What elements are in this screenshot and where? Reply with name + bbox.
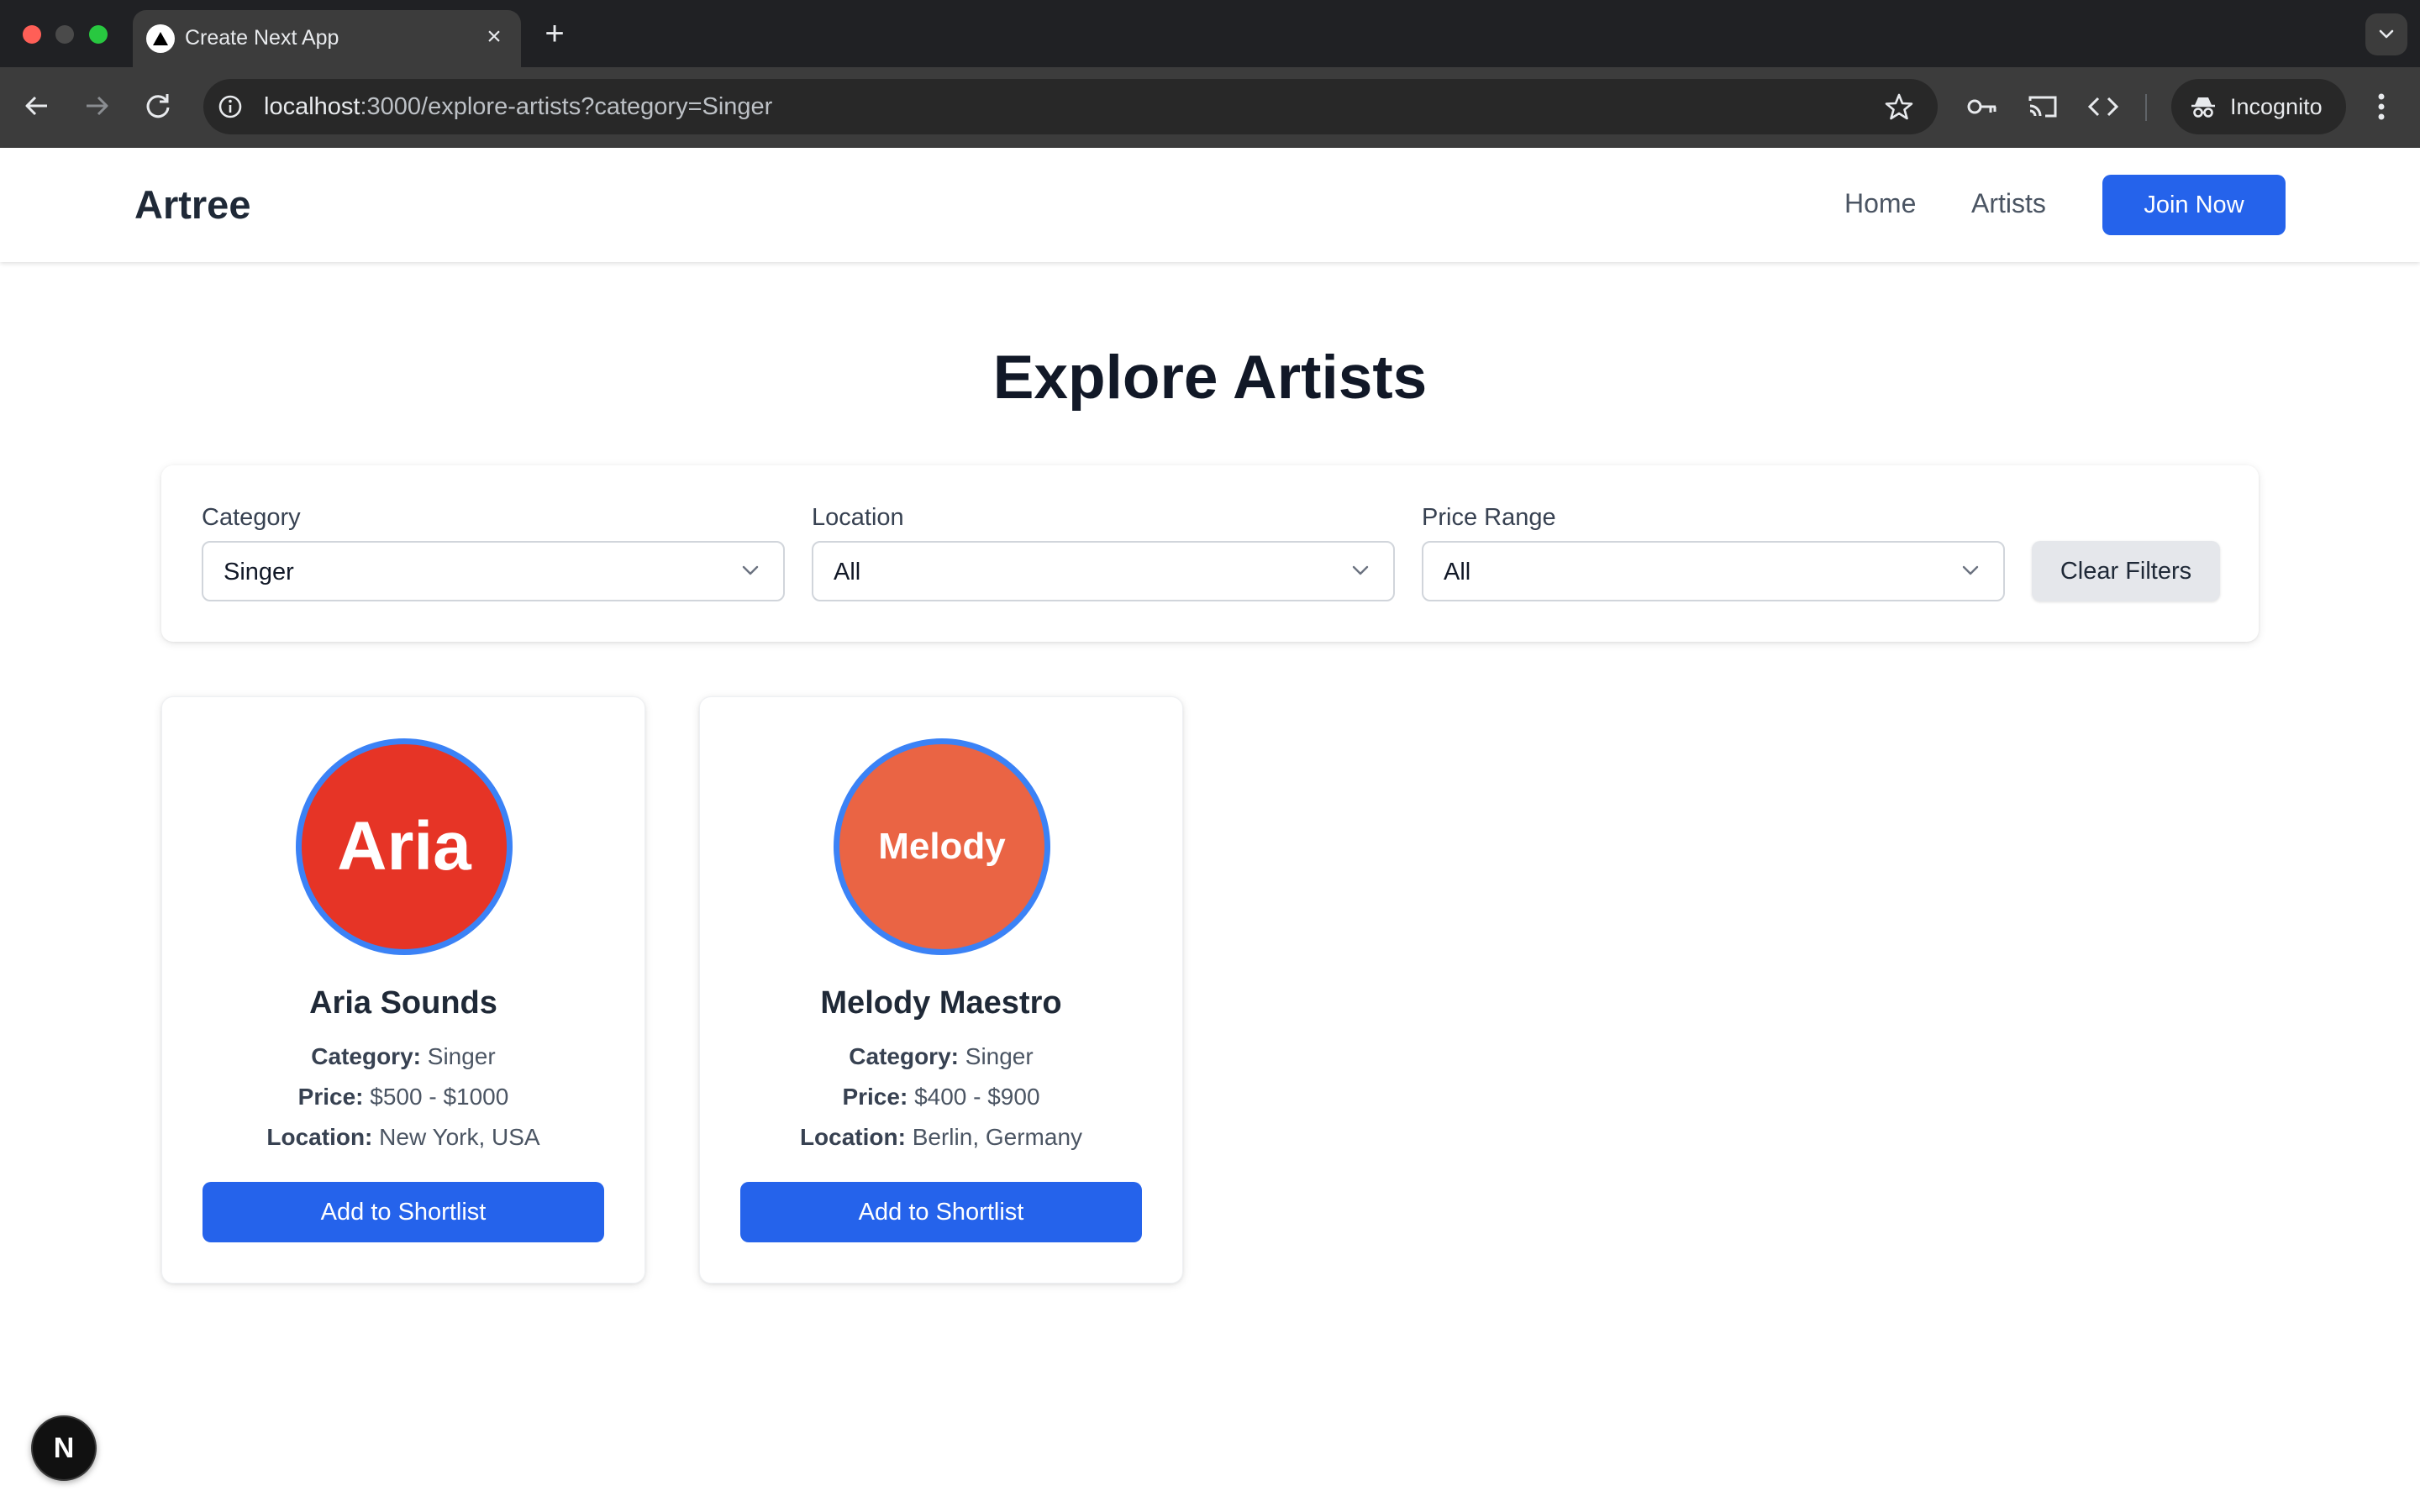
- tab-search-button[interactable]: [2365, 13, 2407, 55]
- window-maximize-button[interactable]: [89, 25, 108, 44]
- location-label: Location:: [266, 1124, 373, 1150]
- back-arrow-icon[interactable]: [18, 87, 55, 124]
- devtools-code-icon[interactable]: [2086, 89, 2121, 124]
- artist-category-value: Singer: [965, 1043, 1034, 1069]
- chevron-down-icon: [1962, 565, 1979, 575]
- artist-location: Location: Berlin, Germany: [700, 1122, 1182, 1152]
- password-key-icon[interactable]: [1965, 89, 2000, 124]
- nextjs-logo-icon: N: [53, 1432, 75, 1464]
- address-bar[interactable]: localhost:3000/explore-artists?category=…: [203, 79, 1938, 134]
- artist-category: Category: Singer: [700, 1042, 1182, 1072]
- chevron-down-icon: [742, 565, 759, 575]
- nextjs-dev-tools-button[interactable]: N: [31, 1415, 97, 1481]
- add-to-shortlist-button[interactable]: Add to Shortlist: [740, 1182, 1142, 1242]
- artist-avatar: Melody: [834, 738, 1050, 955]
- location-filter-label: Location: [812, 504, 904, 531]
- artist-name: Aria Sounds: [309, 985, 497, 1021]
- chevron-down-icon: [1352, 565, 1369, 575]
- nextjs-favicon-icon: [146, 24, 175, 53]
- incognito-indicator[interactable]: Incognito: [2171, 79, 2346, 134]
- artist-price: Price: $400 - $900: [700, 1082, 1182, 1112]
- price-label: Price:: [297, 1084, 364, 1110]
- page-title: Explore Artists: [992, 344, 1428, 412]
- brand-logo[interactable]: Artree: [134, 181, 250, 228]
- artist-card: Melody Melody Maestro Category: Singer P…: [699, 696, 1183, 1284]
- artist-avatar: Aria: [296, 738, 513, 955]
- join-now-button[interactable]: Join Now: [2102, 175, 2286, 235]
- forward-arrow-icon[interactable]: [78, 87, 115, 124]
- artist-location-value: Berlin, Germany: [912, 1124, 1083, 1150]
- nav-home-link[interactable]: Home: [1844, 186, 1916, 220]
- url-host: localhost: [264, 93, 360, 120]
- artist-avatar-text: Melody: [878, 826, 1006, 867]
- site-header: Artree Home Artists Join Now: [0, 148, 2420, 262]
- price-range-select-value: All: [1444, 559, 1471, 585]
- artist-card: Aria Aria Sounds Category: Singer Price:…: [161, 696, 645, 1284]
- site-info-icon[interactable]: [215, 92, 245, 122]
- incognito-label: Incognito: [2230, 94, 2323, 119]
- price-range-filter-label: Price Range: [1422, 504, 1556, 531]
- browser-tab[interactable]: Create Next App ×: [133, 10, 521, 67]
- category-select[interactable]: Singer: [202, 541, 785, 601]
- tab-title: Create Next App: [185, 26, 339, 50]
- chevron-down-icon: [2379, 29, 2394, 39]
- clear-filters-button[interactable]: Clear Filters: [2032, 541, 2220, 601]
- url-path: :3000/explore-artists?category=Singer: [360, 93, 773, 120]
- reload-icon[interactable]: [139, 87, 176, 124]
- browser-toolbar: localhost:3000/explore-artists?category=…: [0, 67, 2420, 148]
- cast-icon[interactable]: [2025, 89, 2060, 124]
- price-range-select[interactable]: All: [1422, 541, 2005, 601]
- artist-location-value: New York, USA: [379, 1124, 540, 1150]
- window-close-button[interactable]: [23, 25, 41, 44]
- filters-panel: Category Singer Location All Price Range…: [161, 465, 2259, 642]
- add-to-shortlist-button[interactable]: Add to Shortlist: [203, 1182, 604, 1242]
- artist-category-value: Singer: [427, 1043, 496, 1069]
- artist-category: Category: Singer: [162, 1042, 644, 1072]
- nav-artists-link[interactable]: Artists: [1971, 186, 2046, 220]
- bookmark-star-icon[interactable]: [1884, 92, 1914, 122]
- artist-price: Price: $500 - $1000: [162, 1082, 644, 1112]
- artist-price-value: $400 - $900: [914, 1084, 1040, 1110]
- category-filter-label: Category: [202, 504, 301, 531]
- location-select[interactable]: All: [812, 541, 1395, 601]
- url-text: localhost:3000/explore-artists?category=…: [264, 91, 772, 123]
- location-select-value: All: [834, 559, 861, 585]
- artist-location: Location: New York, USA: [162, 1122, 644, 1152]
- artist-avatar-text: Aria: [337, 808, 471, 885]
- more-menu-icon[interactable]: [2368, 89, 2395, 124]
- toolbar-divider: [2145, 94, 2147, 121]
- category-label: Category:: [311, 1043, 421, 1069]
- category-select-value: Singer: [224, 559, 294, 585]
- tab-close-icon[interactable]: ×: [479, 22, 509, 52]
- artist-price-value: $500 - $1000: [370, 1084, 509, 1110]
- browser-tab-bar: Create Next App × +: [0, 0, 2420, 67]
- incognito-icon: [2191, 97, 2215, 118]
- window-minimize-button[interactable]: [55, 25, 74, 44]
- new-tab-button[interactable]: +: [538, 15, 571, 52]
- location-label: Location:: [799, 1124, 906, 1150]
- artist-name: Melody Maestro: [820, 985, 1062, 1021]
- price-label: Price:: [842, 1084, 908, 1110]
- category-label: Category:: [849, 1043, 959, 1069]
